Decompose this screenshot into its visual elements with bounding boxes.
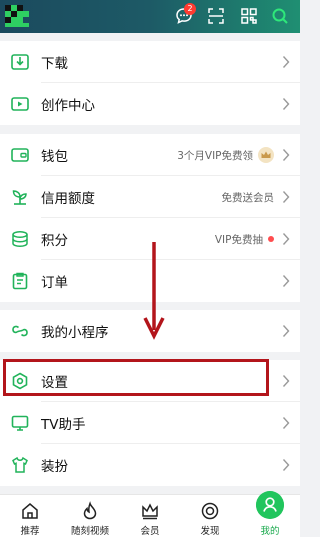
profile-icon [256,491,284,519]
tab-label: 推荐 [20,526,40,537]
menu-item-label: 装扮 [41,459,68,475]
tab-suike-video[interactable]: 随刻视频 [60,495,120,537]
wallet-icon [11,148,29,162]
menu-item-download[interactable]: 下载 [0,41,300,83]
menu-item-label: 信用额度 [41,191,95,207]
chevron-right-icon [282,375,290,387]
flame-icon [83,501,97,520]
section-creation: 下载 创作中心 [0,41,300,125]
menu-item-label: 我的小程序 [41,325,109,341]
qr-code-icon[interactable] [239,6,259,26]
link-icon [12,325,28,337]
menu-item-creator-center[interactable]: 创作中心 [0,83,300,125]
tab-membership[interactable]: 会员 [120,495,180,537]
menu-item-label: 钱包 [41,149,68,165]
chevron-right-icon [282,459,290,471]
red-dot-indicator [268,236,274,242]
tab-discover[interactable]: 发现 [180,495,240,537]
tshirt-icon [12,456,28,473]
tab-label: 我的 [260,526,280,537]
download-icon [11,54,29,70]
discover-icon [201,502,219,520]
home-icon [22,503,38,519]
menu-item-label: 下载 [41,56,68,72]
profile-page: 2 下载 创作中心 钱包 3个月VIP免费领 信用额度 免费送会员 积分 VIP… [0,0,300,537]
chevron-right-icon [282,233,290,245]
crown-icon [258,147,274,163]
menu-item-label: 积分 [41,233,68,249]
tab-label: 随刻视频 [70,526,109,537]
notification-badge: 2 [184,3,196,15]
menu-item-credit[interactable]: 信用额度 免费送会员 [0,176,300,218]
annotation-arrow-icon [143,242,165,340]
menu-item-wallet[interactable]: 钱包 3个月VIP免费领 [0,134,300,176]
crown-icon [142,503,158,520]
settings-highlight-box [3,359,269,396]
clipboard-icon [12,272,28,290]
top-header: 2 [0,0,300,33]
tab-label: 会员 [140,526,160,537]
tab-label: 发现 [200,526,220,537]
scan-icon[interactable] [206,6,226,26]
menu-item-label: 订单 [41,275,68,291]
credit-tip: 免费送会员 [221,191,275,204]
tab-mine[interactable]: 我的 [240,491,300,537]
search-icon[interactable] [270,6,290,26]
chevron-right-icon [282,98,290,110]
tab-recommend[interactable]: 推荐 [0,495,60,537]
avatar-icon[interactable] [5,5,29,27]
bottom-tab-bar: 推荐 随刻视频 会员 发现 我的 [0,491,300,537]
chevron-right-icon [282,275,290,287]
video-camera-icon [11,97,29,111]
points-tip: VIP免费抽 [214,233,263,246]
points-promo: VIP免费抽 [215,232,274,247]
menu-item-label: 创作中心 [41,98,95,114]
chevron-right-icon [282,417,290,429]
chevron-right-icon [282,56,290,68]
menu-item-theme[interactable]: 装扮 [0,444,300,486]
chevron-right-icon [282,191,290,203]
wallet-promo: 3个月VIP免费领 [177,147,274,163]
tv-icon [11,415,29,431]
chevron-right-icon [282,149,290,161]
menu-item-label: TV助手 [41,417,86,433]
chevron-right-icon [282,325,290,337]
menu-item-tv-assistant[interactable]: TV助手 [0,402,300,444]
plant-icon [12,190,27,205]
wallet-tip: 3个月VIP免费领 [177,149,253,162]
coins-icon [12,230,28,248]
